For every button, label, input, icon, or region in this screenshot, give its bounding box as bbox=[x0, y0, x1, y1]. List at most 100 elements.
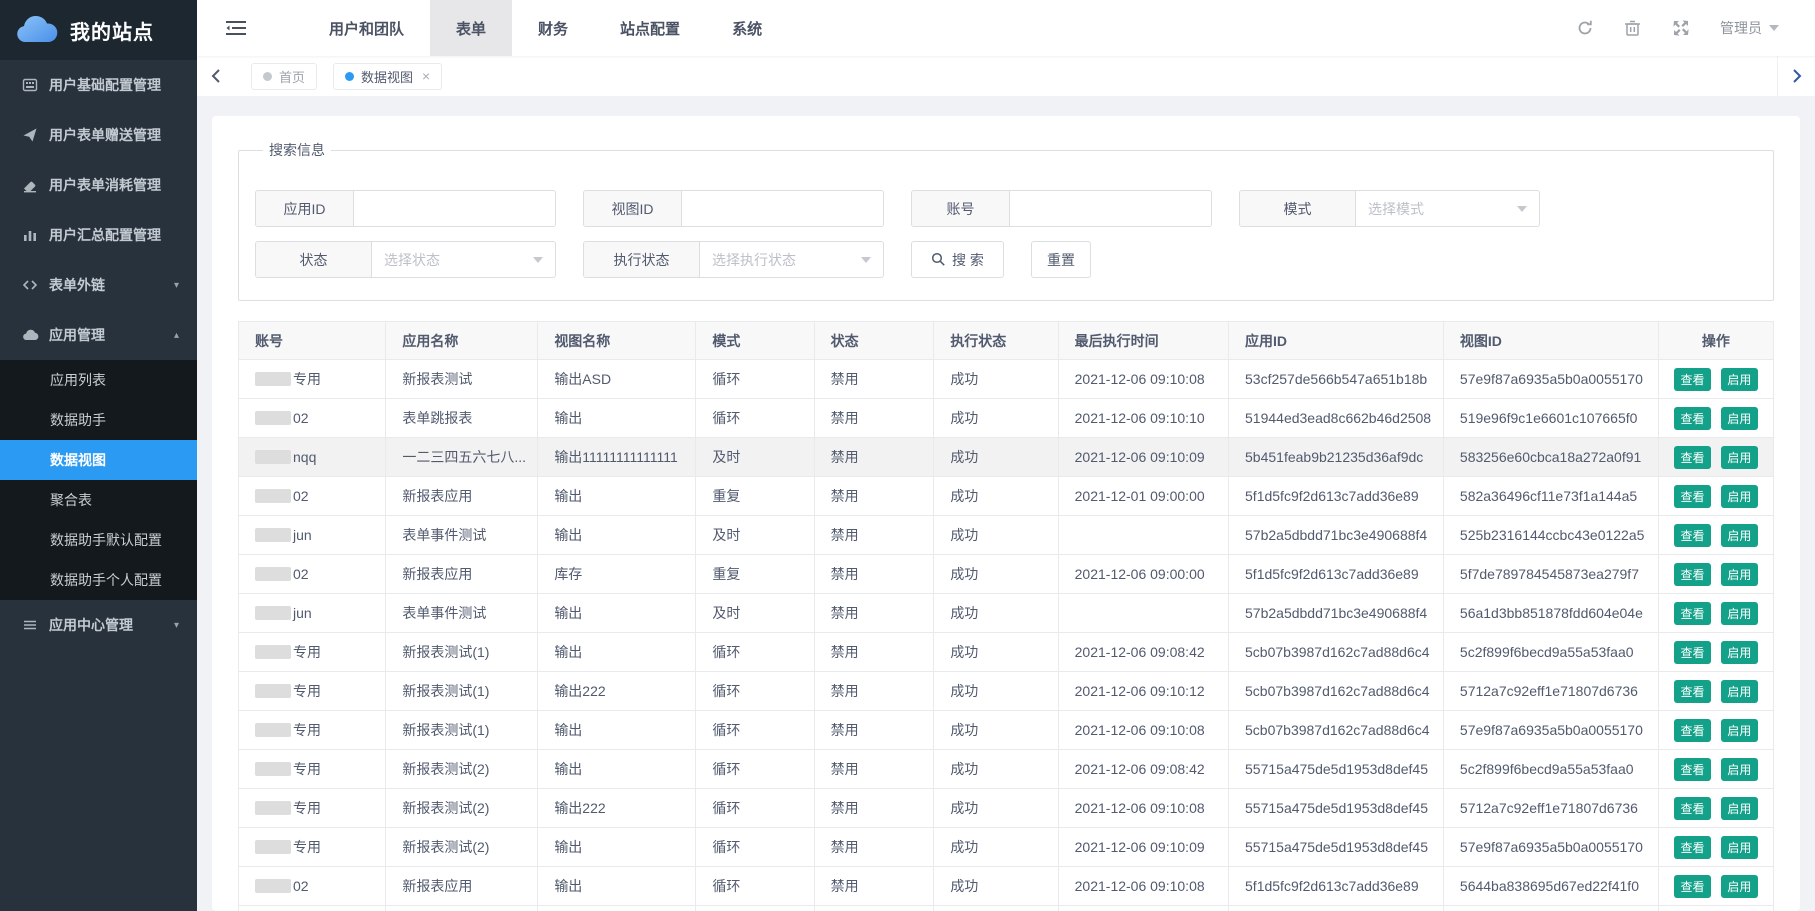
sidebar-item-form-gift[interactable]: 用户表单赠送管理 bbox=[0, 110, 197, 160]
view-button[interactable]: 查看 bbox=[1674, 368, 1711, 391]
enable-button[interactable]: 启用 bbox=[1721, 407, 1758, 430]
cell-app-name: 新报表测试(2) bbox=[386, 750, 538, 789]
tabs-scroll-left-icon[interactable] bbox=[197, 56, 235, 96]
cell-app-id: 5cb07b3987d162c7ad88d6c4 bbox=[1229, 633, 1444, 672]
view-button[interactable]: 查看 bbox=[1674, 485, 1711, 508]
user-menu[interactable]: 管理员 bbox=[1720, 18, 1779, 38]
cell-mode: 循环 bbox=[696, 672, 814, 711]
fullscreen-icon[interactable] bbox=[1672, 19, 1690, 37]
enable-button[interactable]: 启用 bbox=[1721, 719, 1758, 742]
cell-view-id: 5f7de789784545873ea279f7 bbox=[1443, 555, 1658, 594]
trash-icon[interactable] bbox=[1624, 19, 1642, 37]
cell-exec-status: 成功 bbox=[934, 555, 1058, 594]
cell-status: 禁用 bbox=[814, 477, 934, 516]
view-button[interactable]: 查看 bbox=[1674, 719, 1711, 742]
tab-label: 数据视图 bbox=[361, 67, 413, 86]
view-id-input[interactable] bbox=[682, 191, 883, 226]
redacted-block bbox=[255, 450, 291, 464]
top-menu: 用户和团队 表单 财务 站点配置 系统 bbox=[303, 0, 788, 56]
sidebar-item-app-center-management[interactable]: 应用中心管理 ▾ bbox=[0, 600, 197, 650]
sidebar-item-summary-config[interactable]: 用户汇总配置管理 bbox=[0, 210, 197, 260]
sidebar-item-form-external-link[interactable]: 表单外链 ▾ bbox=[0, 260, 197, 310]
cell-actions: 查看 启用 bbox=[1658, 555, 1773, 594]
cell-actions: 查看 启用 bbox=[1658, 594, 1773, 633]
enable-button[interactable]: 启用 bbox=[1721, 524, 1758, 547]
view-button[interactable]: 查看 bbox=[1674, 680, 1711, 703]
account-label: 账号 bbox=[912, 191, 1010, 226]
enable-button[interactable]: 启用 bbox=[1721, 641, 1758, 664]
cell-app-name: 新报表测试 bbox=[386, 360, 538, 399]
search-button[interactable]: 搜 索 bbox=[911, 241, 1004, 278]
sidebar-item-user-base-config[interactable]: 用户基础配置管理 bbox=[0, 60, 197, 110]
exec-status-label: 执行状态 bbox=[584, 242, 700, 277]
exec-status-select[interactable]: 选择执行状态 bbox=[700, 242, 883, 277]
view-button[interactable]: 查看 bbox=[1674, 641, 1711, 664]
view-button[interactable]: 查看 bbox=[1674, 875, 1711, 898]
cell-view-name: 输出222 bbox=[538, 789, 696, 828]
cell-status: 禁用 bbox=[814, 672, 934, 711]
account-field-group: 账号 bbox=[911, 190, 1212, 227]
top-menu-site-config[interactable]: 站点配置 bbox=[594, 0, 706, 56]
top-menu-users-teams[interactable]: 用户和团队 bbox=[303, 0, 430, 56]
user-name: 管理员 bbox=[1720, 18, 1762, 38]
cell-exec-status: 成功 bbox=[934, 516, 1058, 555]
top-menu-system[interactable]: 系统 bbox=[706, 0, 788, 56]
enable-button[interactable]: 启用 bbox=[1721, 797, 1758, 820]
tab-data-view[interactable]: 数据视图 × bbox=[333, 63, 442, 90]
enable-button[interactable]: 启用 bbox=[1721, 368, 1758, 391]
enable-button[interactable]: 启用 bbox=[1721, 446, 1758, 469]
enable-button[interactable]: 启用 bbox=[1721, 485, 1758, 508]
cell-last-exec-time: 2021-12-06 09:10:08 bbox=[1058, 360, 1228, 399]
cell-mode: 循环 bbox=[696, 789, 814, 828]
redacted-block bbox=[255, 411, 291, 425]
account-input[interactable] bbox=[1010, 191, 1211, 226]
collapse-sidebar-icon[interactable] bbox=[225, 19, 251, 37]
sidebar-item-form-consume[interactable]: 用户表单消耗管理 bbox=[0, 160, 197, 210]
cell-app-name: 表单事件测试 bbox=[386, 594, 538, 633]
status-select[interactable]: 选择状态 bbox=[372, 242, 555, 277]
mode-select[interactable]: 选择模式 bbox=[1356, 191, 1539, 226]
cell-view-name: 输出11111111111111 bbox=[538, 438, 696, 477]
view-button[interactable]: 查看 bbox=[1674, 836, 1711, 859]
enable-button[interactable]: 启用 bbox=[1721, 836, 1758, 859]
reset-button[interactable]: 重置 bbox=[1031, 241, 1091, 278]
cell-exec-status: 成功 bbox=[934, 789, 1058, 828]
cell-view-id: 56a1d3bb851878fdd604e04e bbox=[1443, 594, 1658, 633]
table-row: 02 报表测试 输出 循环 禁用 成功 2021-12-06 09:10:09 … bbox=[239, 906, 1774, 911]
tabs-scroll-right-icon[interactable] bbox=[1777, 56, 1815, 96]
redacted-block bbox=[255, 684, 291, 698]
top-menu-forms[interactable]: 表单 bbox=[430, 0, 512, 56]
enable-button[interactable]: 启用 bbox=[1721, 758, 1758, 781]
view-button[interactable]: 查看 bbox=[1674, 602, 1711, 625]
sidebar-item-data-assistant[interactable]: 数据助手 bbox=[0, 400, 197, 440]
table-row: 02 表单跳报表 输出 循环 禁用 成功 2021-12-06 09:10:10… bbox=[239, 399, 1774, 438]
sidebar-item-data-view[interactable]: 数据视图 bbox=[0, 440, 197, 480]
enable-button[interactable]: 启用 bbox=[1721, 602, 1758, 625]
top-menu-finance[interactable]: 财务 bbox=[512, 0, 594, 56]
close-icon[interactable]: × bbox=[422, 68, 430, 84]
enable-button[interactable]: 启用 bbox=[1721, 563, 1758, 586]
table-row: 专用 新报表测试(1) 输出 循环 禁用 成功 2021-12-06 09:10… bbox=[239, 711, 1774, 750]
tab-dot bbox=[345, 72, 354, 81]
sidebar-item-assistant-personal-config[interactable]: 数据助手个人配置 bbox=[0, 560, 197, 600]
view-button[interactable]: 查看 bbox=[1674, 758, 1711, 781]
view-button[interactable]: 查看 bbox=[1674, 797, 1711, 820]
tab-home[interactable]: 首页 bbox=[251, 63, 317, 90]
cell-view-name: 输出 bbox=[538, 867, 696, 906]
cell-last-exec-time: 2021-12-06 09:10:08 bbox=[1058, 789, 1228, 828]
view-id-field-group: 视图ID bbox=[583, 190, 884, 227]
app-id-input[interactable] bbox=[354, 191, 555, 226]
view-button[interactable]: 查看 bbox=[1674, 407, 1711, 430]
view-button[interactable]: 查看 bbox=[1674, 524, 1711, 547]
view-button[interactable]: 查看 bbox=[1674, 563, 1711, 586]
sidebar-item-app-list[interactable]: 应用列表 bbox=[0, 360, 197, 400]
sidebar-item-app-management[interactable]: 应用管理 ▴ bbox=[0, 310, 197, 360]
col-mode: 模式 bbox=[696, 322, 814, 360]
view-button[interactable]: 查看 bbox=[1674, 446, 1711, 469]
sidebar-item-assistant-default-config[interactable]: 数据助手默认配置 bbox=[0, 520, 197, 560]
refresh-icon[interactable] bbox=[1576, 19, 1594, 37]
enable-button[interactable]: 启用 bbox=[1721, 680, 1758, 703]
cell-app-id: 57b2a5dbdd71bc3e490688f4 bbox=[1229, 594, 1444, 633]
enable-button[interactable]: 启用 bbox=[1721, 875, 1758, 898]
sidebar-item-aggregate-table[interactable]: 聚合表 bbox=[0, 480, 197, 520]
